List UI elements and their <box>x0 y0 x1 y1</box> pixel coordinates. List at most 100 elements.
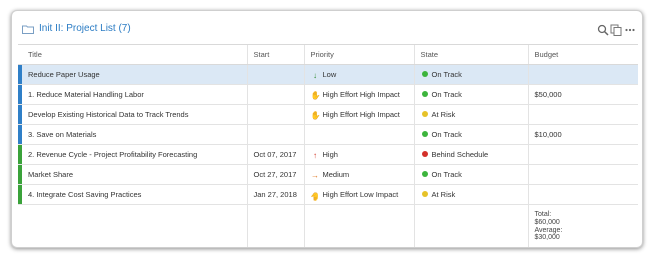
priority-label: Low <box>322 69 337 79</box>
title-cell[interactable]: Develop Existing Historical Data to Trac… <box>18 104 247 125</box>
state-cell: On Track <box>413 64 528 85</box>
title-cell[interactable]: 2. Revenue Cycle - Project Profitability… <box>18 144 247 165</box>
row-color-bar <box>18 125 22 144</box>
budget-cell <box>527 164 638 185</box>
budget-cell <box>527 64 638 85</box>
row-color-bar <box>18 85 22 104</box>
copy-icon[interactable] <box>610 24 622 36</box>
arrow-down-icon: ↓ <box>313 70 317 80</box>
title-cell[interactable]: 3. Save on Materials <box>18 124 247 145</box>
state-label: At Risk <box>431 190 456 199</box>
status-dot-icon <box>421 191 428 197</box>
project-title[interactable]: Market Share <box>28 170 73 179</box>
status-dot-icon <box>421 151 428 157</box>
priority-label: High Effort Low Impact <box>322 189 399 199</box>
total-label: Total: <box>534 211 552 218</box>
project-title[interactable]: 3. Save on Materials <box>28 130 96 139</box>
average-value: $30,000 <box>534 234 560 242</box>
status-dot-icon <box>421 71 428 77</box>
priority-cell: ↑ High <box>303 144 414 165</box>
state-label: On Track <box>431 130 462 139</box>
status-dot-icon <box>421 171 428 177</box>
totals-row: Total: $60,000 Average: $30,000 <box>18 204 638 247</box>
priority-cell: ✋ High Effort High Impact <box>303 104 414 125</box>
table-row[interactable]: 3. Save on Materials On Track $10,000 <box>18 124 638 145</box>
budget-cell: $50,000 <box>527 84 638 105</box>
title-cell[interactable]: 4. Integrate Cost Saving Practices <box>18 184 247 205</box>
state-cell: Behind Schedule <box>413 144 528 165</box>
project-list-panel: Init II: Project List (7) Title Start Pr… <box>11 10 643 248</box>
state-label: On Track <box>431 90 462 99</box>
project-table: Title Start Priority State Budget Reduce… <box>18 44 638 247</box>
row-color-bar <box>18 105 22 124</box>
column-header-state[interactable]: State <box>413 44 528 65</box>
table-row[interactable]: Develop Existing Historical Data to Trac… <box>18 104 638 125</box>
project-title[interactable]: 4. Integrate Cost Saving Practices <box>28 190 141 199</box>
folder-icon <box>22 25 34 34</box>
budget-cell <box>527 144 638 165</box>
start-cell: Oct 27, 2017 <box>246 164 304 185</box>
state-label: At Risk <box>431 110 456 119</box>
start-cell <box>246 104 304 125</box>
priority-label: High <box>322 149 338 159</box>
status-dot-icon <box>421 131 428 137</box>
title-cell[interactable]: Reduce Paper Usage <box>18 64 247 85</box>
project-title[interactable]: Reduce Paper Usage <box>28 70 100 79</box>
priority-cell: ✋ High Effort High Impact <box>303 84 414 105</box>
state-cell: On Track <box>413 164 528 185</box>
table-row[interactable]: 2. Revenue Cycle - Project Profitability… <box>18 144 638 165</box>
state-label: Behind Schedule <box>431 150 489 159</box>
arrow-right-icon: → <box>311 170 319 180</box>
state-cell: On Track <box>413 124 528 145</box>
table-row[interactable]: 4. Integrate Cost Saving Practices Jan 27… <box>18 184 638 205</box>
row-color-bar <box>18 65 22 84</box>
row-color-bar <box>18 165 22 184</box>
column-header-start[interactable]: Start <box>246 44 304 65</box>
project-title[interactable]: 2. Revenue Cycle - Project Profitability… <box>28 150 197 159</box>
panel-header: Init II: Project List (7) <box>12 11 642 43</box>
state-label: On Track <box>431 70 462 79</box>
arrow-up-icon: ↑ <box>313 150 317 160</box>
title-cell[interactable]: 1. Reduce Material Handling Labor <box>18 84 247 105</box>
priority-label: High Effort High Impact <box>322 109 400 119</box>
budget-cell <box>527 104 638 125</box>
status-dot-icon <box>421 111 428 117</box>
priority-cell <box>303 124 414 145</box>
priority-label: High Effort High Impact <box>322 89 400 99</box>
project-title[interactable]: Develop Existing Historical Data to Trac… <box>28 110 188 119</box>
start-cell <box>246 64 304 85</box>
search-icon[interactable] <box>597 24 609 36</box>
state-label: On Track <box>431 170 462 179</box>
column-header-priority[interactable]: Priority <box>303 44 414 65</box>
table-header-row: Title Start Priority State Budget <box>18 44 638 65</box>
table-row[interactable]: Reduce Paper Usage ↓ Low On Track <box>18 64 638 85</box>
start-cell: Jan 27, 2018 <box>246 184 304 205</box>
thumbs-up-icon: ✋ <box>310 110 321 120</box>
panel-title[interactable]: Init II: Project List (7) <box>39 23 131 34</box>
thumbs-up-icon: ✋ <box>310 90 321 100</box>
table-row[interactable]: Market Share Oct 27, 2017 → Medium On Track <box>18 164 638 185</box>
priority-cell: ✋ High Effort Low Impact <box>303 184 414 205</box>
table-row[interactable]: 1. Reduce Material Handling Labor ✋ High E… <box>18 84 638 105</box>
column-header-title[interactable]: Title <box>18 44 247 65</box>
start-cell <box>246 124 304 145</box>
state-cell: At Risk <box>413 104 528 125</box>
budget-cell: $10,000 <box>527 124 638 145</box>
start-cell <box>246 84 304 105</box>
priority-label: Medium <box>322 169 350 179</box>
project-title[interactable]: 1. Reduce Material Handling Labor <box>28 90 144 99</box>
row-color-bar <box>18 185 22 204</box>
state-cell: At Risk <box>413 184 528 205</box>
priority-cell: → Medium <box>303 164 414 185</box>
total-value: $60,000 <box>534 218 560 226</box>
start-cell: Oct 07, 2017 <box>246 144 304 165</box>
priority-cell: ↓ Low <box>303 64 414 85</box>
row-color-bar <box>18 145 22 164</box>
more-icon[interactable] <box>624 24 636 36</box>
status-dot-icon <box>421 91 428 97</box>
title-cell[interactable]: Market Share <box>18 164 247 185</box>
column-header-budget[interactable]: Budget <box>527 44 638 65</box>
average-label: Average: <box>534 226 563 234</box>
state-cell: On Track <box>413 84 528 105</box>
budget-totals: Total: $60,000 Average: $30,000 <box>527 204 638 247</box>
